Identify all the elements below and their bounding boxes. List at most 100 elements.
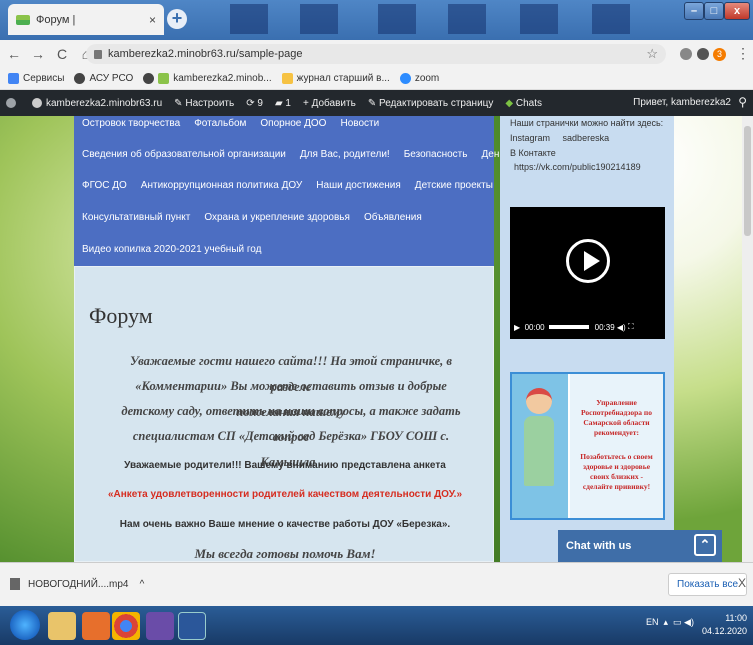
page-content: Форум Уважаемые гости нашего сайта!!! На… (74, 266, 494, 562)
home-icon (32, 98, 42, 108)
new-tab-button[interactable]: + (167, 9, 187, 29)
url-field[interactable]: kamberezka2.minobr63.ru/sample-page ☆ (86, 44, 666, 64)
volume-icon[interactable]: ◀) (617, 323, 626, 332)
titlebar-decoration (520, 4, 558, 34)
nav-item-photoalbum[interactable]: Фотальбом (194, 118, 246, 129)
minimize-button[interactable]: – (684, 2, 704, 20)
titlebar-decoration (300, 4, 338, 34)
tab-close-icon[interactable]: × (149, 13, 156, 27)
wordpress-logo-icon[interactable] (6, 98, 20, 108)
bookmark-journal[interactable]: журнал старший в... (281, 73, 390, 84)
nav-item-opornoe[interactable]: Опорное ДОО (260, 118, 326, 129)
back-button[interactable]: ← (4, 46, 24, 62)
scrollbar-thumb[interactable] (744, 126, 751, 236)
extension-icon[interactable] (680, 48, 692, 60)
adminbar-add[interactable]: + Добавить (303, 98, 356, 109)
sidebar: Наши странички можно найти здесь: Instag… (500, 116, 674, 562)
nav-item-video[interactable]: Видео копилка 2020-2021 учебный год (82, 244, 261, 255)
nurse-body (524, 416, 554, 486)
adminbar-customize[interactable]: ✎ Настроить (174, 98, 234, 109)
nav-item-projects[interactable]: Детские проекты (415, 180, 493, 191)
reload-button[interactable]: C (52, 46, 72, 62)
media-player-icon[interactable] (82, 612, 110, 640)
extension-puzzle-icon[interactable] (697, 48, 709, 60)
adminbar-customize-label: Настроить (185, 97, 235, 109)
banner-line: Самарской области (583, 418, 650, 427)
vaccination-banner[interactable]: Управление Роспотребнадзора по Самарской… (510, 372, 665, 520)
nurse-illustration (512, 374, 568, 518)
titlebar-decoration (378, 4, 416, 34)
lock-icon (94, 49, 102, 59)
adminbar-site[interactable]: kamberezka2.minobr63.ru (32, 98, 162, 109)
nav-item-org-info[interactable]: Сведения об образовательной организации (82, 149, 286, 160)
adminbar-greeting[interactable]: Привет, kamberezka2 (633, 97, 731, 108)
window-close-button[interactable]: x (724, 2, 750, 20)
language-indicator[interactable]: EN (646, 617, 659, 627)
nav-item-anticorruption[interactable]: Антикоррупционная политика ДОУ (141, 180, 302, 191)
page-scrollbar[interactable] (742, 116, 753, 562)
nav-item-announcements[interactable]: Объявления (364, 212, 422, 223)
bookmark-zoom[interactable]: zoom (399, 73, 439, 84)
nav-item-consult[interactable]: Консультативный пункт (82, 212, 190, 223)
banner-line: сделайте прививку! (582, 482, 651, 491)
nav-item-achievements[interactable]: Наши достижения (316, 180, 401, 191)
chat-widget[interactable]: Chat with us ⌃ (558, 530, 722, 562)
bookmark-asu-rso[interactable]: АСУ РСО (74, 73, 133, 84)
parents-notice: Уважаемые родители!!! Вашему вниманию пр… (124, 460, 446, 471)
chat-expand-icon[interactable]: ⌃ (694, 534, 716, 556)
banner-line: Роспотребнадзора по (580, 408, 652, 417)
adminbar-chats[interactable]: ◆ Chats (505, 98, 542, 109)
fullscreen-icon[interactable]: ⛶ (628, 322, 634, 332)
url-text: kamberezka2.minobr63.ru/sample-page (108, 48, 303, 60)
vk-label: В Контакте (510, 148, 556, 158)
video-current-time: 00:00 (524, 322, 545, 332)
adminbar-search-icon[interactable]: ⚲ (738, 95, 747, 109)
download-bar-close-icon[interactable]: X (738, 576, 746, 590)
app-icon[interactable] (146, 612, 174, 640)
browser-menu-icon[interactable]: ⋮ (736, 45, 750, 62)
chrome-icon[interactable] (112, 612, 140, 640)
taskbar-clock[interactable]: 11:00 04.12.2020 (702, 612, 747, 638)
profile-avatar[interactable]: 3 (713, 48, 726, 61)
vk-link[interactable]: https://vk.com/public190214189 (514, 162, 641, 172)
banner-text: Управление Роспотребнадзора по Самарской… (570, 374, 663, 518)
titlebar-decoration (230, 4, 268, 34)
globe-icon (74, 73, 86, 84)
clock-time: 11:00 (725, 613, 748, 623)
bookmark-label: kamberezka2.minob... (173, 73, 272, 84)
bookmarks-bar: Сервисы АСУ РСО kamberezka2.minob... жур… (0, 68, 753, 90)
browser-tab[interactable]: Форум | × (8, 4, 164, 35)
download-options-icon[interactable]: ^ (140, 579, 145, 590)
word-icon[interactable] (178, 612, 206, 640)
download-file-name: НОВОГОДНИЙ....mp4 (28, 578, 129, 590)
adminbar-comments[interactable]: ▰ 1 (275, 98, 291, 109)
adminbar-updates[interactable]: ⟳ 9 (246, 98, 263, 109)
play-small-icon[interactable]: ▶ (514, 323, 520, 332)
maximize-button[interactable]: □ (704, 2, 724, 20)
nav-item-fgos[interactable]: ФГОС ДО (82, 180, 127, 191)
forward-button[interactable]: → (28, 46, 48, 62)
folder-icon (281, 73, 293, 84)
adminbar-edit-page[interactable]: ✎ Редактировать страницу (368, 98, 494, 109)
social-heading: Наши странички можно найти здесь: (510, 118, 664, 128)
banner-line: своих близких - (590, 472, 643, 481)
wp-admin-bar: kamberezka2.minobr63.ru ✎ Настроить ⟳ 9 … (0, 90, 753, 116)
nav-item-safety[interactable]: Безопасность (404, 149, 468, 160)
video-controls: ▶ 00:00 00:39 ◀) ⛶ (510, 319, 665, 335)
nav-item-parents[interactable]: Для Вас, родители! (300, 149, 390, 160)
nav-item-news[interactable]: Новости (340, 118, 379, 129)
bookmark-kamberezka[interactable]: kamberezka2.minob... (143, 73, 272, 84)
video-player[interactable]: ▶ 00:00 00:39 ◀) ⛶ (510, 207, 665, 339)
show-all-button[interactable]: Показать все (668, 573, 748, 596)
start-button[interactable] (10, 610, 40, 640)
instagram-link[interactable]: sadbereska (563, 133, 610, 143)
bookmark-star-icon[interactable]: ☆ (646, 46, 658, 62)
download-item[interactable]: НОВОГОДНИЙ....mp4 ^ (10, 578, 144, 590)
nav-item-health[interactable]: Охрана и укрепление здоровья (204, 212, 350, 223)
nav-item-ostrovok[interactable]: Островок творчества (82, 118, 180, 129)
file-explorer-icon[interactable] (48, 612, 76, 640)
survey-link[interactable]: «Анкета удовлетворенности родителей каче… (85, 489, 485, 500)
play-icon[interactable] (566, 239, 610, 283)
video-progress-bar[interactable] (548, 325, 589, 329)
bookmark-services[interactable]: Сервисы (8, 73, 64, 84)
